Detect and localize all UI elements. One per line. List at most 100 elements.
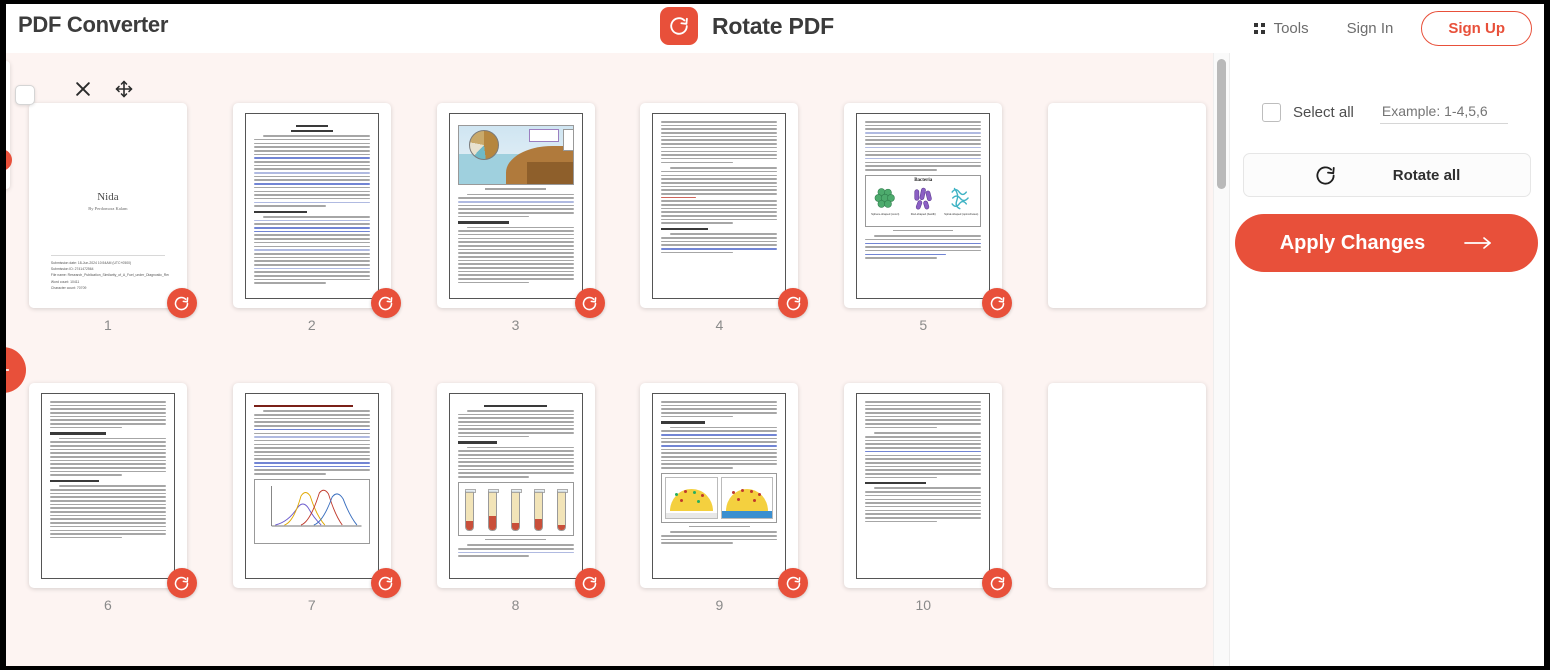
figure-caption xyxy=(485,188,546,190)
spirochetes-illustration xyxy=(951,187,970,209)
page-thumbnail-wrapper[interactable] xyxy=(1048,103,1207,308)
rotate-all-button[interactable]: Rotate all xyxy=(1243,153,1531,197)
page-preview[interactable]: Bacteria Sphere-shaped (cocci) Rod-shape… xyxy=(844,103,1003,308)
test-tube xyxy=(533,488,545,531)
page-thumbnail-wrapper[interactable] xyxy=(436,103,605,318)
page-preview[interactable] xyxy=(232,383,391,588)
title-page-content: Nida By Perdomora Kalam Submission date:… xyxy=(28,103,187,308)
page-number: 7 xyxy=(307,597,316,613)
page-thumbnail-wrapper[interactable] xyxy=(640,103,809,318)
page-thumbnail-wrapper[interactable] xyxy=(28,383,197,598)
page-cell[interactable]: 6 xyxy=(6,383,210,663)
sign-in-link[interactable]: Sign In xyxy=(1325,20,1416,37)
document-author: By Perdomora Kalam xyxy=(88,206,128,211)
page-thumbnail-wrapper[interactable] xyxy=(232,103,401,318)
rotate-page-button[interactable] xyxy=(778,288,809,318)
rotate-page-button[interactable] xyxy=(370,288,401,318)
select-all-checkbox[interactable] xyxy=(1262,102,1281,122)
page-cell[interactable]: Nida By Perdomora Kalam Submission date:… xyxy=(6,80,210,383)
page-thumbnail-grid: Nida By Perdomora Kalam Submission date:… xyxy=(6,53,1229,663)
document-title: Nida xyxy=(97,191,119,203)
rotate-page-button[interactable] xyxy=(778,568,809,598)
sign-up-button[interactable]: Sign Up xyxy=(1421,11,1532,46)
page-content xyxy=(652,113,787,299)
heading-line xyxy=(295,125,328,128)
metadata-line: File name: Research_Publication_Similari… xyxy=(50,273,169,278)
page-preview[interactable] xyxy=(640,383,799,588)
vertical-scrollbar[interactable] xyxy=(1213,53,1229,666)
close-x-icon[interactable] xyxy=(73,79,93,99)
page-number: 5 xyxy=(919,317,928,333)
panel-b xyxy=(720,476,774,519)
scrollbar-thumb[interactable] xyxy=(1217,59,1226,189)
grid-dots-icon xyxy=(1253,23,1265,34)
page-preview[interactable]: Nida By Perdomora Kalam Submission date:… xyxy=(28,103,187,308)
metadata-line: Submission date: 18-Jun-2024 10:54AM (UT… xyxy=(50,261,132,265)
page-preview[interactable] xyxy=(436,383,595,588)
page-content xyxy=(856,393,991,579)
rotate-page-button[interactable] xyxy=(166,568,197,598)
page-cell[interactable]: 3 xyxy=(414,103,618,383)
page-thumbnail-wrapper[interactable] xyxy=(1048,383,1207,588)
rotate-page-button[interactable] xyxy=(982,568,1013,598)
rotate-page-button[interactable] xyxy=(574,288,605,318)
document-metadata: Submission date: 18-Jun-2024 10:54AM (UT… xyxy=(51,261,169,292)
app-header: PDF Converter Rotate PDF Tools Sign In S… xyxy=(6,4,1544,53)
page-cell[interactable]: 10 xyxy=(821,383,1025,663)
test-tube xyxy=(488,488,500,531)
rotate-page-button[interactable] xyxy=(370,568,401,598)
page-content xyxy=(448,113,583,299)
move-arrows-icon[interactable] xyxy=(114,79,134,99)
page-preview[interactable] xyxy=(640,103,799,308)
page-number: 1 xyxy=(104,317,112,333)
bacilli-illustration xyxy=(914,187,932,209)
page-content xyxy=(244,113,379,299)
rotate-page-button[interactable] xyxy=(166,288,197,318)
checkbox-unchecked-icon[interactable] xyxy=(14,85,35,105)
app-root: PDF Converter Rotate PDF Tools Sign In S… xyxy=(6,4,1544,666)
page-thumbnail-wrapper[interactable] xyxy=(232,383,401,598)
cocci-illustration xyxy=(874,187,895,208)
page-cell[interactable]: 2 xyxy=(210,103,414,383)
page-thumbnail-wrapper[interactable]: Bacteria Sphere-shaped (cocci) Rod-shape… xyxy=(844,103,1013,318)
page-number: 10 xyxy=(915,597,932,613)
page-preview[interactable] xyxy=(232,103,391,308)
page-preview[interactable] xyxy=(28,383,187,588)
page-thumbnail-wrapper[interactable] xyxy=(844,383,1013,598)
page-thumbnail-wrapper[interactable] xyxy=(436,383,605,598)
page-cell[interactable]: 7 xyxy=(210,383,414,663)
page-preview[interactable] xyxy=(436,103,595,308)
rotate-page-button[interactable] xyxy=(982,288,1013,318)
arrow-right-icon xyxy=(1463,234,1493,252)
rotate-page-button[interactable] xyxy=(574,568,605,598)
tools-button[interactable]: Tools xyxy=(1238,20,1325,37)
page-cell[interactable]: 9 xyxy=(617,383,821,663)
page-thumbnail-wrapper[interactable]: Nida By Perdomora Kalam Submission date:… xyxy=(14,80,197,318)
page-range-input[interactable] xyxy=(1379,100,1508,124)
page-thumbnail-wrapper[interactable] xyxy=(640,383,809,598)
test-tube xyxy=(465,488,477,531)
page-cell-partial[interactable] xyxy=(1025,103,1229,383)
page-content xyxy=(652,393,787,579)
pages-workspace[interactable]: Nida By Perdomora Kalam Submission date:… xyxy=(6,53,1229,666)
test-tubes-figure xyxy=(457,481,574,536)
page-content xyxy=(40,393,175,579)
page-cell[interactable]: Bacteria Sphere-shaped (cocci) Rod-shape… xyxy=(821,103,1025,383)
apply-changes-label: Apply Changes xyxy=(1279,231,1426,254)
tools-label: Tools xyxy=(1273,20,1309,37)
offscreen-page-card xyxy=(6,61,10,189)
figure-label: Sphere-shaped (cocci) xyxy=(871,211,900,216)
thumbnail-row: 6 7 8 9 10 xyxy=(6,383,1229,663)
apply-changes-button[interactable]: Apply Changes xyxy=(1235,214,1538,272)
page-preview[interactable] xyxy=(844,383,1003,588)
rotate-clockwise-icon xyxy=(1314,164,1337,187)
page-number: 3 xyxy=(511,317,520,333)
page-cell-partial[interactable] xyxy=(1025,383,1229,663)
page-preview[interactable] xyxy=(1048,103,1207,308)
environment-figure xyxy=(457,125,574,185)
page-cell[interactable]: 8 xyxy=(414,383,618,663)
select-all-label: Select all xyxy=(1293,103,1354,121)
brand-logo-text[interactable]: PDF Converter xyxy=(18,12,168,38)
page-preview[interactable] xyxy=(1048,383,1207,588)
page-cell[interactable]: 4 xyxy=(617,103,821,383)
